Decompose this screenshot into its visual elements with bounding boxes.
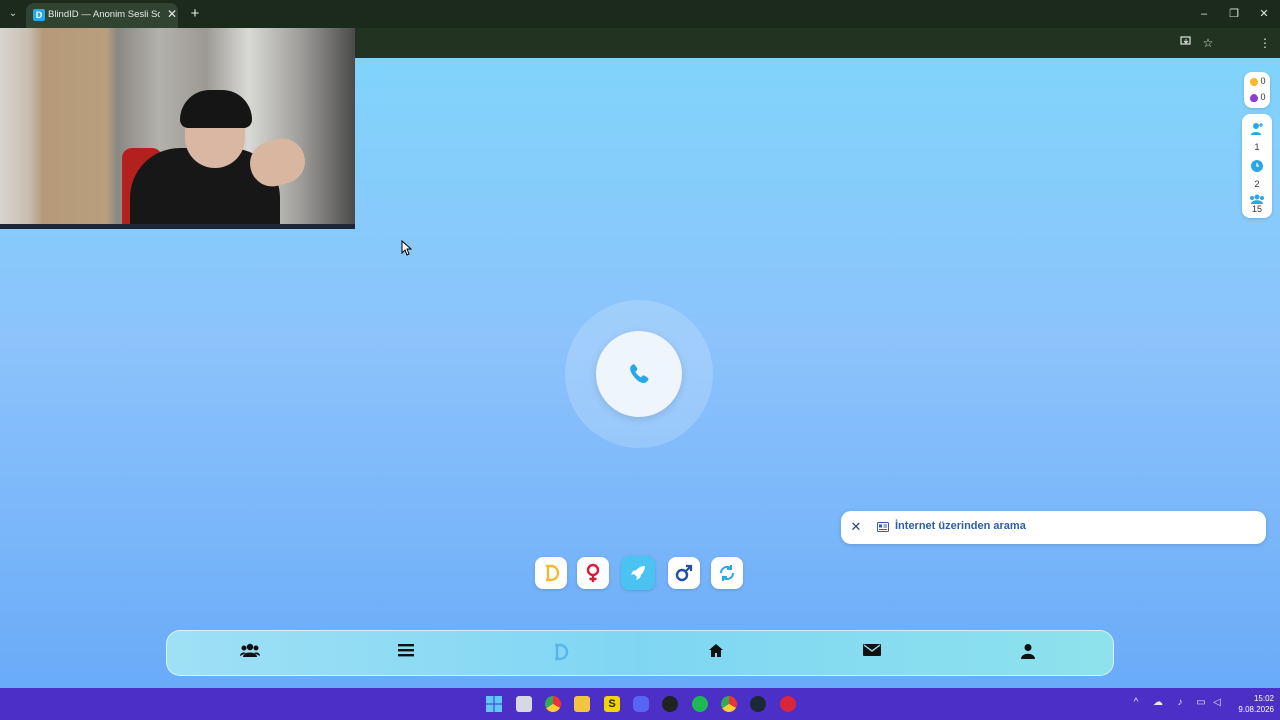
gem-count: 0: [1260, 92, 1266, 102]
task-view-icon[interactable]: [516, 696, 532, 712]
new-tab-button[interactable]: +: [186, 5, 204, 23]
notification-toast: ✕ İnternet üzerinden arama: [841, 511, 1266, 544]
clock-date: 9.08.2026: [1238, 705, 1274, 714]
tray-overflow-icon[interactable]: ^: [1129, 697, 1143, 708]
random-match-button[interactable]: [621, 556, 655, 590]
windows-taskbar: S ^ ☁ ♪ ▭ ◁ 15:02 9.08.2026: [0, 688, 1280, 720]
nav-menu[interactable]: [395, 643, 417, 663]
call-button[interactable]: [596, 331, 682, 417]
friends-count: 1: [1254, 142, 1260, 152]
mouse-cursor-icon: [401, 240, 413, 256]
webcam-overlay: [0, 28, 355, 229]
online-count: 15: [1251, 204, 1262, 214]
bookmark-star-icon[interactable]: ☆: [1200, 35, 1216, 51]
discord-icon[interactable]: [633, 696, 649, 712]
news-icon: [877, 522, 889, 532]
blindid-logo-icon: [546, 564, 560, 582]
toast-close-icon[interactable]: ✕: [849, 520, 863, 534]
install-app-icon[interactable]: [1178, 35, 1194, 51]
minimize-button[interactable]: –: [1193, 5, 1215, 23]
clock-time: 15:02: [1253, 694, 1274, 703]
spotify-icon[interactable]: [692, 696, 708, 712]
restore-button[interactable]: ❐: [1223, 5, 1245, 23]
people-icon: [240, 643, 260, 657]
microphone-icon[interactable]: ♪: [1173, 697, 1187, 708]
nav-home[interactable]: [705, 643, 727, 663]
currency-panel: 0 0: [1244, 72, 1270, 108]
bottom-navigation: [166, 630, 1114, 676]
female-icon: [586, 563, 600, 582]
browser-tab[interactable]: D BlindID — Anonim Sesli Sohbet ✕: [26, 3, 178, 28]
home-icon: [709, 644, 723, 657]
coin-count: 0: [1260, 76, 1266, 86]
toast-message: İnternet üzerinden arama: [895, 520, 1026, 532]
webcam-desk: [0, 224, 355, 229]
steam-icon[interactable]: [750, 696, 766, 712]
start-icon[interactable]: [486, 696, 502, 712]
network-icon[interactable]: ▭: [1194, 697, 1208, 708]
volume-icon[interactable]: ◁: [1210, 697, 1224, 708]
nav-profile[interactable]: [1017, 643, 1039, 663]
blindid-favicon: D: [33, 9, 45, 21]
envelope-icon: [863, 644, 881, 656]
menu-icon: [398, 644, 414, 657]
media-player-icon[interactable]: [780, 696, 796, 712]
refresh-icon: [719, 565, 735, 581]
nav-messages[interactable]: [861, 643, 883, 663]
phone-icon: [630, 364, 649, 384]
nav-people[interactable]: [239, 643, 261, 663]
clock-icon[interactable]: [1251, 160, 1263, 172]
user-icon: [1021, 644, 1035, 659]
refresh-filter-button[interactable]: [711, 557, 743, 589]
sticky-app-icon[interactable]: S: [604, 696, 620, 712]
rocket-icon: [631, 566, 645, 580]
blindid-logo-icon: [555, 643, 569, 661]
obs-icon[interactable]: [662, 696, 678, 712]
browser-menu-icon[interactable]: ⋮: [1257, 35, 1273, 51]
system-clock[interactable]: 15:02 9.08.2026: [1226, 693, 1274, 715]
tab-title: BlindID — Anonim Sesli Sohbet: [48, 9, 160, 20]
file-explorer-icon[interactable]: [574, 696, 590, 712]
female-filter-button[interactable]: [577, 557, 609, 589]
chrome-profile-icon[interactable]: [721, 696, 737, 712]
browser-tab-bar: ⌄ D BlindID — Anonim Sesli Sohbet ✕ + – …: [0, 0, 1280, 28]
tab-close-icon[interactable]: ✕: [165, 7, 179, 21]
chrome-icon[interactable]: [545, 696, 561, 712]
nav-blindid[interactable]: [550, 643, 572, 663]
window-close-button[interactable]: ✕: [1253, 5, 1275, 23]
tab-list-button[interactable]: ⌄: [4, 5, 22, 23]
users-group-icon[interactable]: [1249, 194, 1265, 204]
cloud-icon[interactable]: ☁: [1151, 697, 1165, 708]
pending-count: 2: [1254, 179, 1260, 189]
activity-panel: 1 2 15: [1242, 114, 1272, 218]
blindid-filter-button[interactable]: [535, 557, 567, 589]
add-friend-icon[interactable]: [1250, 122, 1264, 136]
male-icon: [675, 564, 693, 582]
male-filter-button[interactable]: [668, 557, 700, 589]
